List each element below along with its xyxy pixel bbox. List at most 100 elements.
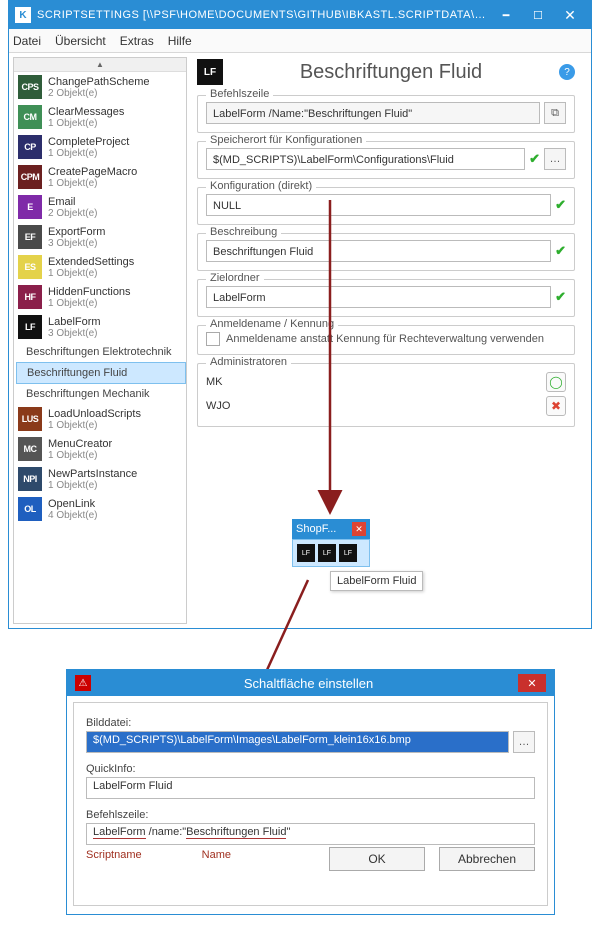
- sidebar-item-count: 1 Objekt(e): [48, 268, 134, 279]
- sidebar-item-icon: CM: [18, 105, 42, 129]
- sidebar-item-count: 3 Objekt(e): [48, 238, 105, 249]
- close-icon[interactable]: ✕: [555, 5, 585, 25]
- sidebar-item-hiddenfunctions[interactable]: HF HiddenFunctions1 Objekt(e): [14, 282, 186, 312]
- sidebar-item-icon: CP: [18, 135, 42, 159]
- group-admins: Administratoren MK ◯ WJO ✖: [197, 363, 575, 427]
- sidebar-item-email[interactable]: EEmail2 Objekt(e): [14, 192, 186, 222]
- sidebar-item-count: 1 Objekt(e): [48, 298, 131, 309]
- sidebar-item-icon: HF: [18, 285, 42, 309]
- toolbar-title: ShopF...: [296, 523, 336, 535]
- dialog-titlebar[interactable]: ⚠ Schaltfläche einstellen ✕: [67, 670, 554, 696]
- minimize-icon[interactable]: ━: [491, 5, 521, 25]
- sidebar-item-completeproject[interactable]: CP CompleteProject1 Objekt(e): [14, 132, 186, 162]
- sidebar-sub-fluid[interactable]: Beschriftungen Fluid: [16, 362, 186, 384]
- sidebar-item-labelform[interactable]: LFLabelForm3 Objekt(e): [14, 312, 186, 342]
- sidebar-item-label: HiddenFunctions: [48, 286, 131, 298]
- check-icon: ✔: [555, 243, 566, 259]
- sidebar-item-label: Email: [48, 196, 97, 208]
- scroll-up-icon[interactable]: ▲: [14, 58, 186, 72]
- group-config-path: Speicherort für Konfigurationen $(MD_SCR…: [197, 141, 575, 179]
- sidebar-item-count: 1 Objekt(e): [48, 450, 112, 461]
- copy-button[interactable]: ⧉: [544, 102, 566, 124]
- sidebar-item-count: 4 Objekt(e): [48, 510, 97, 521]
- admin-add-button[interactable]: ◯: [546, 372, 566, 392]
- cancel-button[interactable]: Abbrechen: [439, 847, 535, 871]
- sidebar-item-label: ChangePathScheme: [48, 76, 150, 88]
- cmd-sep: /name:": [146, 826, 187, 838]
- sidebar-item-icon: MC: [18, 437, 42, 461]
- sidebar-item-icon: E: [18, 195, 42, 219]
- target-folder-input[interactable]: LabelForm: [206, 286, 551, 308]
- sidebar-item-loadunloadscripts[interactable]: LUS LoadUnloadScripts1 Objekt(e): [14, 404, 186, 434]
- window1-titlebar[interactable]: K SCRIPTSETTINGS [\\PSF\HOME\DOCUMENTS\G…: [9, 1, 591, 29]
- sidebar-item-icon: LF: [18, 315, 42, 339]
- menu-extras[interactable]: Extras: [120, 34, 154, 48]
- legend-credentials: Anmeldename / Kennung: [206, 318, 338, 330]
- tag-name: Name: [202, 849, 231, 871]
- sidebar-item-label: ExtendedSettings: [48, 256, 134, 268]
- window1-title-text: SCRIPTSETTINGS [\\PSF\HOME\DOCUMENTS\GIT…: [37, 9, 489, 21]
- legend-description: Beschreibung: [206, 226, 281, 238]
- admin-remove-button[interactable]: ✖: [546, 396, 566, 416]
- group-description: Beschreibung Beschriftungen Fluid ✔: [197, 233, 575, 271]
- toolbar-item-icon[interactable]: LF: [318, 544, 336, 562]
- app-logo-icon: K: [15, 7, 31, 23]
- sidebar-item-count: 3 Objekt(e): [48, 328, 101, 339]
- check-icon: ✔: [555, 197, 566, 213]
- toolbar-item-icon[interactable]: LF: [297, 544, 315, 562]
- script-list[interactable]: ▲ CPSChangePathScheme2 Objekt(e)CMClearM…: [13, 57, 187, 624]
- sidebar-item-icon: EF: [18, 225, 42, 249]
- menu-help[interactable]: Hilfe: [168, 34, 192, 48]
- commandline-input[interactable]: LabelForm /name:"Beschriftungen Fluid": [86, 823, 535, 845]
- sidebar-item-changepathscheme[interactable]: CPSChangePathScheme2 Objekt(e): [14, 72, 186, 102]
- sidebar-item-label: ExportForm: [48, 226, 105, 238]
- config-direct-input[interactable]: NULL: [206, 194, 551, 216]
- admin-entry: WJO: [206, 400, 230, 412]
- legend-config-direct: Konfiguration (direkt): [206, 180, 316, 192]
- credentials-label: Anmeldename anstatt Kennung für Rechteve…: [226, 333, 544, 345]
- sidebar-sub-elektrotechnik[interactable]: Beschriftungen Elektrotechnik: [16, 342, 186, 362]
- cmd-name: Beschriftungen Fluid: [186, 826, 286, 839]
- description-input[interactable]: Beschriftungen Fluid: [206, 240, 551, 262]
- sidebar-item-label: ClearMessages: [48, 106, 124, 118]
- help-icon[interactable]: ?: [559, 64, 575, 80]
- sidebar-item-count: 1 Objekt(e): [48, 420, 141, 431]
- sidebar-item-icon: CPS: [18, 75, 42, 99]
- sidebar-item-openlink[interactable]: OLOpenLink4 Objekt(e): [14, 494, 186, 524]
- maximize-icon[interactable]: ☐: [523, 5, 553, 25]
- browse-button[interactable]: …: [544, 148, 566, 170]
- dialog-close-icon[interactable]: ✕: [518, 674, 546, 692]
- sidebar-item-label: NewPartsInstance: [48, 468, 137, 480]
- group-commandline: Befehlszeile LabelForm /Name:"Beschriftu…: [197, 95, 575, 133]
- sidebar-item-icon: LUS: [18, 407, 42, 431]
- sidebar-sub-mechanik[interactable]: Beschriftungen Mechanik: [16, 384, 186, 404]
- sidebar-item-label: MenuCreator: [48, 438, 112, 450]
- legend-target-folder: Zielordner: [206, 272, 264, 284]
- group-config-direct: Konfiguration (direkt) NULL ✔: [197, 187, 575, 225]
- sidebar-item-count: 1 Objekt(e): [48, 148, 129, 159]
- toolbar-close-icon[interactable]: ✕: [352, 522, 366, 536]
- menu-file[interactable]: Datei: [13, 34, 41, 48]
- tag-scriptname: Scriptname: [86, 849, 142, 871]
- toolbar-item-icon[interactable]: LF: [339, 544, 357, 562]
- sidebar-item-extendedsettings[interactable]: ESExtendedSettings1 Objekt(e): [14, 252, 186, 282]
- sidebar-item-createpagemacro[interactable]: CPMCreatePageMacro1 Objekt(e): [14, 162, 186, 192]
- toolbar-popup[interactable]: ShopF... ✕ LF LF LF: [292, 519, 370, 567]
- ok-button[interactable]: OK: [329, 847, 425, 871]
- sidebar-item-menucreator[interactable]: MC MenuCreator1 Objekt(e): [14, 434, 186, 464]
- sidebar-item-newpartsinstance[interactable]: NPINewPartsInstance1 Objekt(e): [14, 464, 186, 494]
- sidebar-item-exportform[interactable]: EF ExportForm3 Objekt(e): [14, 222, 186, 252]
- sidebar-item-clearmessages[interactable]: CMClearMessages1 Objekt(e): [14, 102, 186, 132]
- quickinfo-input[interactable]: LabelForm Fluid: [86, 777, 535, 799]
- menu-overview[interactable]: Übersicht: [55, 34, 106, 48]
- toolbar-tooltip: LabelForm Fluid: [330, 571, 423, 591]
- imagefile-input[interactable]: $(MD_SCRIPTS)\LabelForm\Images\LabelForm…: [86, 731, 509, 753]
- imagefile-browse-button[interactable]: …: [513, 731, 535, 753]
- sidebar-item-label: CreatePageMacro: [48, 166, 137, 178]
- detail-title: Beschriftungen Fluid: [235, 61, 547, 84]
- config-path-input[interactable]: $(MD_SCRIPTS)\LabelForm\Configurations\F…: [206, 148, 525, 170]
- sidebar-item-label: LoadUnloadScripts: [48, 408, 141, 420]
- check-icon: ✔: [555, 289, 566, 305]
- credentials-checkbox[interactable]: [206, 332, 220, 346]
- sidebar-item-label: CompleteProject: [48, 136, 129, 148]
